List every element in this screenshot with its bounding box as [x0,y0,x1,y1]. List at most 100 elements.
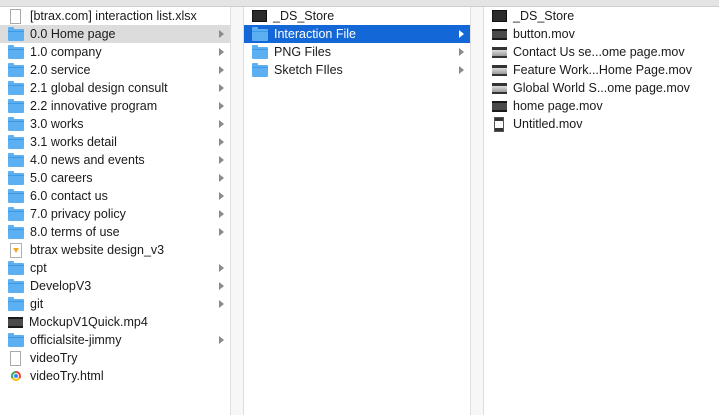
item-label: officialsite-jimmy [30,333,122,347]
folder-row[interactable]: cpt [0,259,230,277]
movie-icon [492,28,507,40]
chevron-right-icon [219,210,224,218]
item-label: 3.0 works [30,117,84,131]
folder-icon [8,153,24,167]
folder-icon [8,63,24,77]
folder-icon [8,225,24,239]
folder-row[interactable]: 8.0 terms of use [0,223,230,241]
file-row[interactable]: videoTry.html [0,367,230,385]
item-label: MockupV1Quick.mp4 [29,315,148,329]
item-label: 2.2 innovative program [30,99,158,113]
item-label: _DS_Store [513,9,575,23]
chevron-right-icon [219,138,224,146]
chevron-right-icon [459,48,464,56]
folder-icon [8,333,24,347]
video-icon [8,316,23,328]
folder-row[interactable]: Sketch FIles [244,61,470,79]
file-row[interactable]: [btrax.com] interaction list.xlsx [0,7,230,25]
file-row[interactable]: btrax website design_v3 [0,241,230,259]
file-row[interactable]: _DS_Store [484,7,719,25]
movie-light-icon [492,46,507,58]
item-label: Feature Work...Home Page.mov [513,63,693,77]
finder-column-2[interactable]: _DS_Store Interaction File PNG Files Sketch… [244,7,470,415]
chevron-right-icon [459,30,464,38]
folder-icon [8,117,24,131]
file-row[interactable]: videoTry [0,349,230,367]
item-label: 7.0 privacy policy [30,207,126,221]
folder-row[interactable]: PNG Files [244,43,470,61]
folder-row[interactable]: 2.0 service [0,61,230,79]
folder-row[interactable]: 2.2 innovative program [0,97,230,115]
chevron-right-icon [219,282,224,290]
finder-column-3[interactable]: _DS_Store button.mov Contact Us se...ome p… [484,7,719,415]
file-row[interactable]: _DS_Store [244,7,470,25]
item-label: home page.mov [513,99,603,113]
folder-row[interactable]: 7.0 privacy policy [0,205,230,223]
folder-row[interactable]: 1.0 company [0,43,230,61]
folder-row[interactable]: 3.0 works [0,115,230,133]
item-label: [btrax.com] interaction list.xlsx [30,9,197,23]
folder-row[interactable]: 4.0 news and events [0,151,230,169]
item-label: 0.0 Home page [30,27,116,41]
item-label: 4.0 news and events [30,153,145,167]
folder-icon [8,189,24,203]
chevron-right-icon [219,174,224,182]
item-label: Untitled.mov [513,117,583,131]
folder-row[interactable]: 6.0 contact us [0,187,230,205]
folder-icon [8,99,24,113]
column-1-resize-gutter[interactable] [231,7,243,415]
file-row[interactable]: MockupV1Quick.mp4 [0,313,230,331]
folder-row[interactable]: DevelopV3 [0,277,230,295]
file-row[interactable]: Feature Work...Home Page.mov [484,61,719,79]
chrome-html-icon [11,371,21,381]
item-label: Interaction File [274,27,356,41]
item-label: Sketch FIles [274,63,343,77]
file-row[interactable]: button.mov [484,25,719,43]
folder-row[interactable]: Interaction File [244,25,470,43]
folder-row[interactable]: 0.0 Home page [0,25,230,43]
folder-icon [8,27,24,41]
file-row[interactable]: home page.mov [484,97,719,115]
column-2-resize-gutter[interactable] [471,7,483,415]
document-icon [10,8,21,24]
film-icon [494,116,504,132]
folder-icon [8,171,24,185]
folder-row[interactable]: 5.0 careers [0,169,230,187]
item-label: 2.0 service [30,63,91,77]
folder-icon [8,279,24,293]
movie-icon [492,100,507,112]
item-label: btrax website design_v3 [30,243,165,257]
folder-row[interactable]: officialsite-jimmy [0,331,230,349]
item-label: 2.1 global design consult [30,81,168,95]
item-label: DevelopV3 [30,279,92,293]
chevron-right-icon [219,66,224,74]
file-row[interactable]: Untitled.mov [484,115,719,133]
item-label: 8.0 terms of use [30,225,120,239]
item-label: 6.0 contact us [30,189,108,203]
item-label: videoTry [30,351,78,365]
chevron-right-icon [219,156,224,164]
folder-icon [252,27,268,41]
finder-column-1[interactable]: [btrax.com] interaction list.xlsx 0.0 Hom… [0,7,230,415]
folder-row[interactable]: 2.1 global design consult [0,79,230,97]
folder-row[interactable]: 3.1 works detail [0,133,230,151]
folder-icon [252,63,268,77]
chevron-right-icon [219,228,224,236]
folder-icon [8,297,24,311]
sketch-file-icon [10,242,22,258]
chevron-right-icon [219,264,224,272]
chevron-right-icon [219,120,224,128]
column-divider [470,7,471,415]
chevron-right-icon [219,102,224,110]
chevron-right-icon [219,30,224,38]
column-divider [230,7,231,415]
chevron-right-icon [219,84,224,92]
chevron-right-icon [219,300,224,308]
folder-row[interactable]: git [0,295,230,313]
item-label: 1.0 company [30,45,102,59]
file-row[interactable]: Global World S...ome page.mov [484,79,719,97]
black-file-icon [252,10,267,22]
black-file-icon [492,10,507,22]
window-top-edge [0,0,719,7]
file-row[interactable]: Contact Us se...ome page.mov [484,43,719,61]
